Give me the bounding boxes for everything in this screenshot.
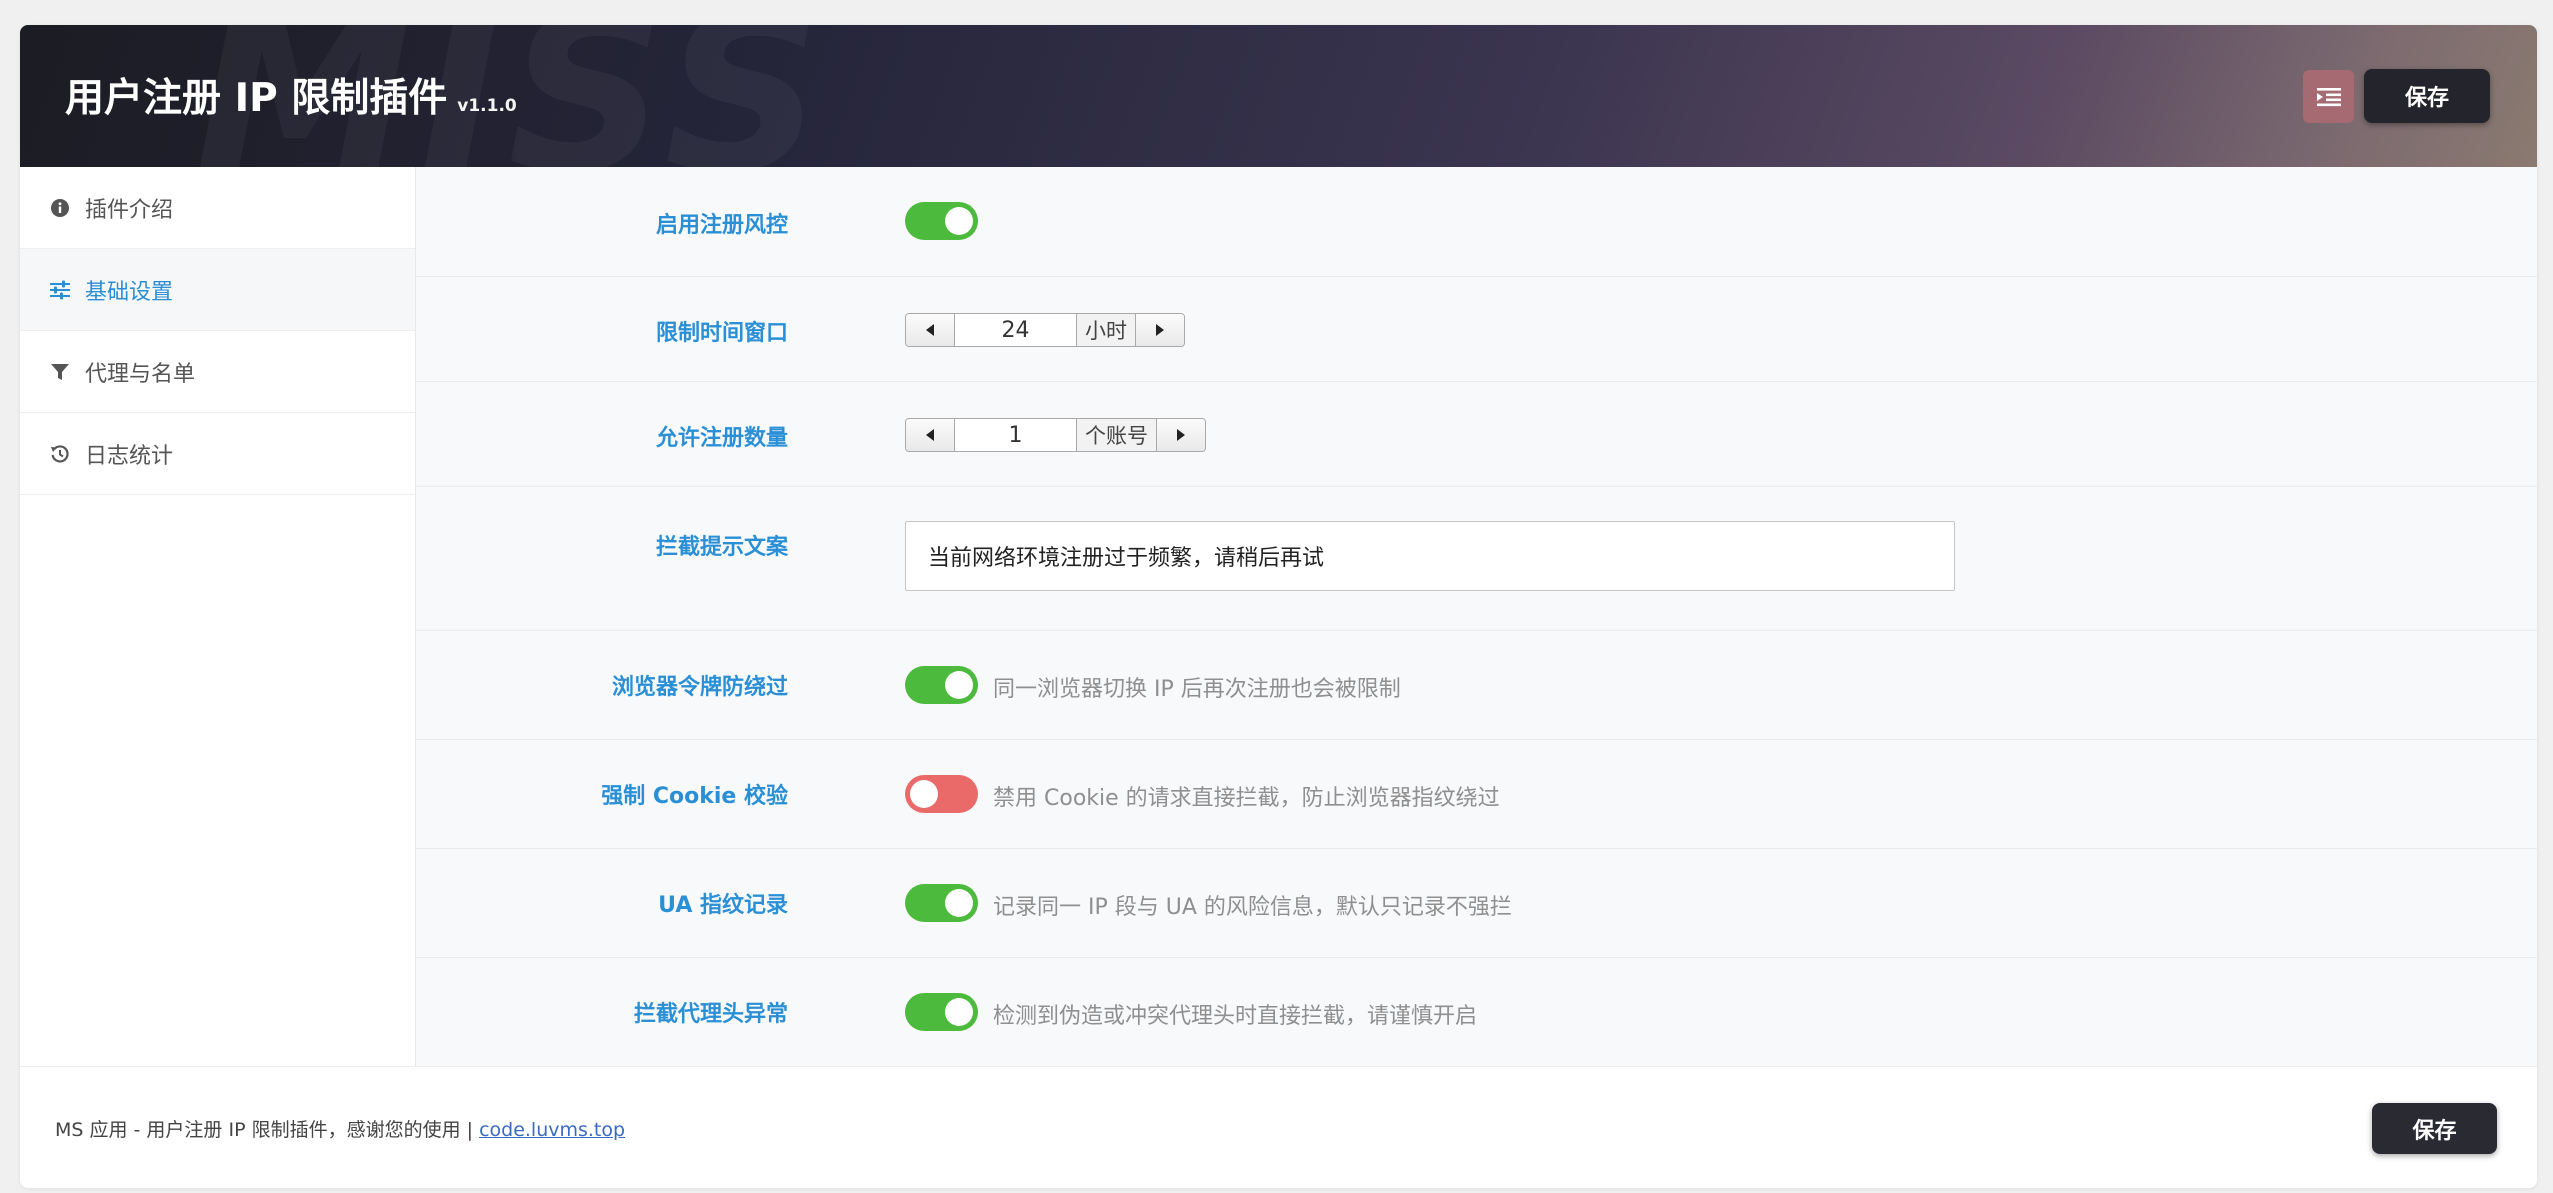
setting-label: 强制 Cookie 校验: [601, 784, 788, 809]
unit-label: 个账号: [1076, 419, 1156, 451]
footer-link[interactable]: code.luvms.top: [479, 1119, 625, 1141]
title-text: 用户注册 IP 限制插件: [65, 76, 448, 121]
setting-row-browser-token: 浏览器令牌防绕过 同一浏览器切换 IP 后再次注册也会被限制: [416, 631, 2537, 740]
sidebar-item-basic-settings[interactable]: 基础设置: [20, 249, 415, 331]
settings-panel: MISS 用户注册 IP 限制插件v1.1.0 保存: [20, 25, 2537, 1188]
caret-right-icon: [1156, 324, 1164, 336]
decrement-button[interactable]: [906, 314, 955, 346]
setting-row-time-window: 限制时间窗口 小时: [416, 277, 2537, 382]
increment-button[interactable]: [1135, 314, 1184, 346]
proxy-header-toggle[interactable]: [905, 993, 978, 1031]
footer-save-button[interactable]: 保存: [2372, 1103, 2497, 1154]
setting-label: 启用注册风控: [655, 213, 788, 238]
enable-risk-toggle[interactable]: [905, 202, 978, 240]
sidebar-item-label: 插件介绍: [85, 197, 174, 223]
force-cookie-toggle[interactable]: [905, 775, 978, 813]
setting-row-enable-risk: 启用注册风控: [416, 167, 2537, 277]
setting-label: UA 指纹记录: [658, 893, 788, 918]
setting-row-block-message: 拦截提示文案: [416, 487, 2537, 631]
footer: MS 应用 - 用户注册 IP 限制插件，感谢您的使用 | code.luvms…: [20, 1066, 2537, 1188]
setting-label: 允许注册数量: [655, 426, 788, 451]
list-indent-icon: [2316, 87, 2341, 106]
history-icon: [49, 443, 71, 465]
sidebar-item-label: 代理与名单: [85, 361, 196, 387]
browser-token-toggle[interactable]: [905, 666, 978, 704]
setting-label: 拦截提示文案: [655, 535, 788, 560]
setting-label: 限制时间窗口: [655, 321, 788, 346]
footer-copyright: MS 应用 - 用户注册 IP 限制插件，感谢您的使用 |: [55, 1119, 480, 1141]
filter-icon: [49, 361, 71, 383]
footer-text: MS 应用 - 用户注册 IP 限制插件，感谢您的使用 | code.luvms…: [55, 1115, 625, 1142]
increment-button[interactable]: [1156, 419, 1205, 451]
setting-description: 记录同一 IP 段与 UA 的风险信息，默认只记录不强拦: [993, 895, 1512, 920]
sliders-icon: [49, 279, 71, 301]
time-window-input[interactable]: [955, 314, 1076, 346]
setting-row-allowed-count: 允许注册数量 个账号: [416, 382, 2537, 487]
setting-description: 检测到伪造或冲突代理头时直接拦截，请谨慎开启: [993, 1004, 1478, 1029]
page-title: 用户注册 IP 限制插件 v1.1.0: [65, 67, 517, 123]
allowed-count-input[interactable]: [955, 419, 1076, 451]
time-window-spinner: 小时: [905, 313, 1185, 347]
version-badge: v1.1.0: [457, 96, 517, 116]
decrement-button[interactable]: [906, 419, 955, 451]
setting-label: 浏览器令牌防绕过: [611, 675, 788, 700]
sidebar-item-label: 基础设置: [85, 279, 174, 305]
header-save-button[interactable]: 保存: [2364, 69, 2490, 123]
setting-row-ua-fingerprint: UA 指纹记录 记录同一 IP 段与 UA 的风险信息，默认只记录不强拦: [416, 849, 2537, 958]
setting-row-force-cookie: 强制 Cookie 校验 禁用 Cookie 的请求直接拦截，防止浏览器指纹绕过: [416, 740, 2537, 849]
sidebar-item-intro[interactable]: 插件介绍: [20, 167, 415, 249]
caret-left-icon: [926, 324, 934, 336]
caret-right-icon: [1177, 429, 1185, 441]
info-circle-icon: [49, 197, 71, 219]
caret-left-icon: [926, 429, 934, 441]
allowed-count-spinner: 个账号: [905, 418, 1206, 452]
setting-row-proxy-header: 拦截代理头异常 检测到伪造或冲突代理头时直接拦截，请谨慎开启: [416, 958, 2537, 1066]
menu-toggle-button[interactable]: [2303, 70, 2354, 123]
header: MISS 用户注册 IP 限制插件v1.1.0 保存: [20, 25, 2537, 167]
sidebar: 插件介绍 基础设置 代理与名单 日志统计: [20, 167, 416, 1066]
settings-content: 启用注册风控 限制时间窗口 小时 允许注册数量: [416, 167, 2537, 1066]
block-message-input[interactable]: [905, 521, 1955, 591]
sidebar-item-proxy-list[interactable]: 代理与名单: [20, 331, 415, 413]
sidebar-item-log-stats[interactable]: 日志统计: [20, 413, 415, 495]
ua-fingerprint-toggle[interactable]: [905, 884, 978, 922]
setting-description: 同一浏览器切换 IP 后再次注册也会被限制: [993, 677, 1401, 702]
setting-description: 禁用 Cookie 的请求直接拦截，防止浏览器指纹绕过: [993, 786, 1500, 811]
setting-label: 拦截代理头异常: [633, 1002, 788, 1027]
sidebar-item-label: 日志统计: [85, 443, 174, 469]
unit-label: 小时: [1076, 314, 1135, 346]
